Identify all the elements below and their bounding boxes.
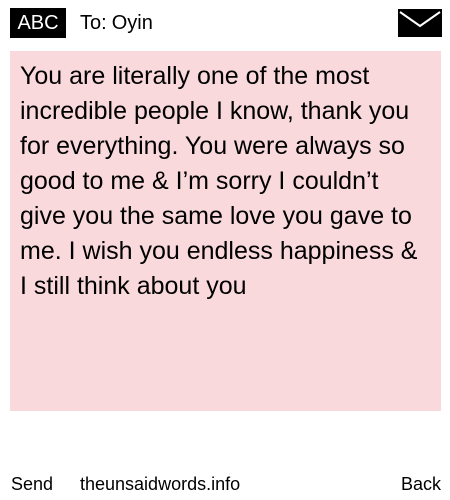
recipient-line: To: Oyin xyxy=(80,8,153,38)
softkey-bar: Send theunsaidwords.info Back xyxy=(0,470,450,498)
site-label: theunsaidwords.info xyxy=(80,474,241,494)
envelope-icon xyxy=(398,9,442,37)
message-header: ABC To: Oyin xyxy=(0,0,450,48)
input-mode-badge: ABC xyxy=(10,8,66,38)
back-button[interactable]: Back xyxy=(401,470,441,498)
send-button[interactable]: Send xyxy=(11,470,53,498)
recipient-name: Oyin xyxy=(111,12,153,34)
message-body[interactable]: You are literally one of the most incred… xyxy=(10,51,441,411)
to-label: To: xyxy=(80,12,107,34)
